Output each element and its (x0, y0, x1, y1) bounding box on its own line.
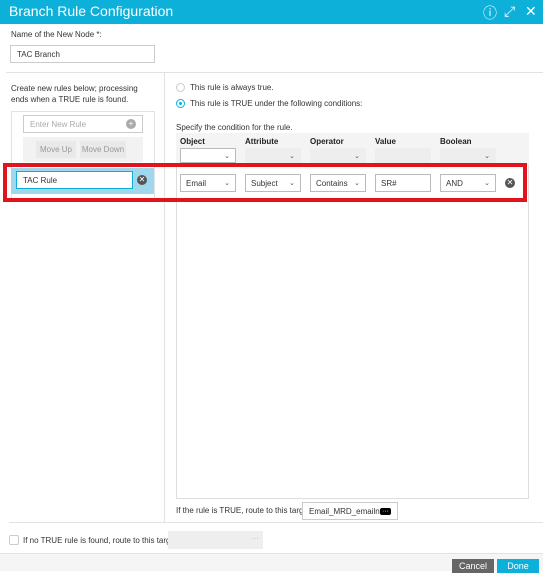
close-icon[interactable]: ✕ (525, 3, 537, 20)
highlight-box (3, 163, 527, 202)
attribute-select-empty: ⌄ (245, 148, 301, 163)
fallback-checkbox[interactable] (9, 535, 19, 545)
move-up-button[interactable]: Move Up (36, 141, 76, 158)
operator-select-empty: ⌄ (310, 148, 366, 163)
dialog-header: Branch Rule Configuration ⓘ ⤢ ✕ (0, 0, 543, 24)
dialog-title: Branch Rule Configuration (9, 3, 174, 19)
col-operator: Operator (310, 137, 344, 146)
new-rule-placeholder: Enter New Rule (30, 119, 87, 129)
expand-icon[interactable]: ⤢ (504, 3, 515, 20)
route-label: If the rule is TRUE, route to this targe… (176, 506, 313, 515)
specify-label: Specify the condition for the rule. (176, 123, 293, 132)
col-boolean: Boolean (440, 137, 472, 146)
col-attribute: Attribute (245, 137, 279, 146)
divider (9, 522, 543, 523)
col-object: Object (180, 137, 205, 146)
divider (164, 72, 165, 522)
boolean-select-empty: ⌄ (440, 148, 496, 163)
add-rule-icon[interactable]: + (126, 119, 136, 129)
route-target-input[interactable]: Email_MRD_emailn ··· (302, 502, 398, 520)
object-select-empty[interactable]: ⌄ (180, 148, 236, 163)
node-name-input[interactable]: TAC Branch (10, 45, 155, 63)
rules-instructions: Create new rules below; processing ends … (11, 84, 138, 104)
divider (6, 72, 543, 73)
always-true-label: This rule is always true. (190, 83, 274, 92)
browse-icon[interactable]: ··· (380, 507, 391, 515)
help-icon[interactable]: ⓘ (483, 3, 497, 23)
move-down-button[interactable]: Move Down (80, 141, 126, 158)
fallback-label: If no TRUE rule is found, route to this … (23, 536, 180, 545)
new-rule-input[interactable]: Enter New Rule + (23, 115, 143, 133)
value-input-empty (375, 148, 431, 163)
col-value: Value (375, 137, 396, 146)
fallback-target-input: ··· (168, 531, 263, 549)
conditional-label: This rule is TRUE under the following co… (190, 99, 363, 108)
node-name-label: Name of the New Node *: (11, 30, 102, 39)
